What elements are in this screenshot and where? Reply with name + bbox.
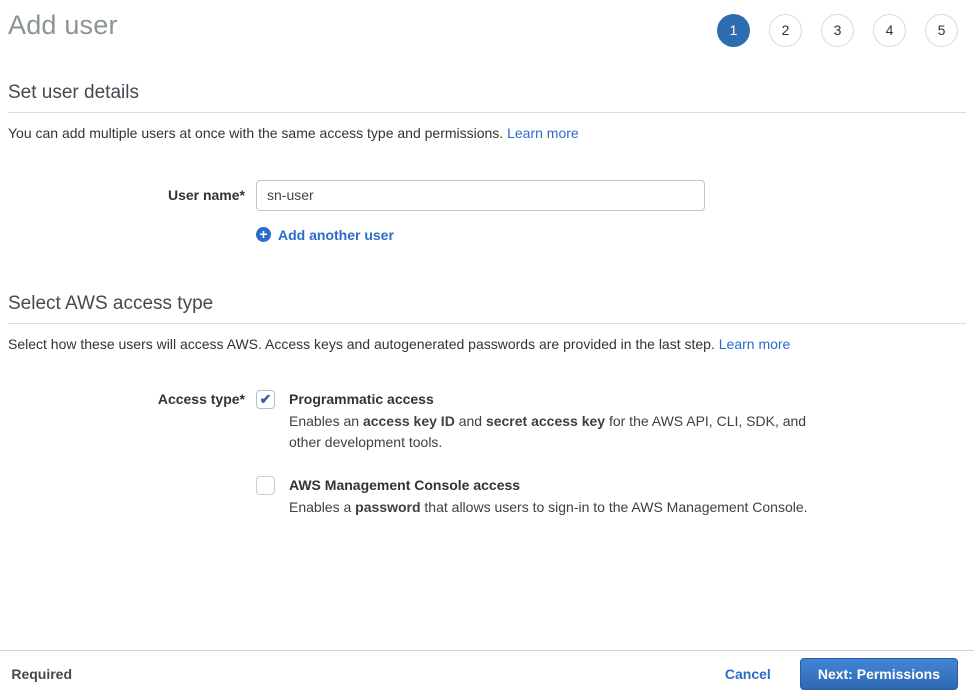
access-type-intro: Select how these users will access AWS. … xyxy=(8,335,966,355)
desc-bold: password xyxy=(355,499,420,515)
programmatic-access-description: Enables an access key ID and secret acce… xyxy=(289,411,821,453)
add-another-user-button[interactable]: + Add another user xyxy=(256,227,966,243)
username-input[interactable] xyxy=(256,180,705,211)
step-indicator-3: 3 xyxy=(821,14,854,47)
access-type-options: ✔ Programmatic access Enables an access … xyxy=(256,389,821,518)
add-another-user-label: Add another user xyxy=(278,227,394,243)
footer-actions: Cancel Next: Permissions xyxy=(725,658,958,690)
plus-icon: + xyxy=(256,227,271,242)
option-programmatic-access: ✔ Programmatic access Enables an access … xyxy=(256,389,821,453)
step-indicator-4: 4 xyxy=(873,14,906,47)
access-type-row: Access type* ✔ Programmatic access Enabl… xyxy=(8,389,966,518)
desc-text: Enables an xyxy=(289,413,363,429)
cancel-button[interactable]: Cancel xyxy=(725,666,771,682)
wizard-footer: * Required Cancel Next: Permissions xyxy=(0,650,974,697)
access-type-intro-text: Select how these users will access AWS. … xyxy=(8,336,715,352)
console-access-checkbox[interactable] xyxy=(256,476,275,495)
desc-text: that allows users to sign-in to the AWS … xyxy=(421,499,808,515)
page-title: Add user xyxy=(8,11,118,41)
username-control xyxy=(256,180,705,211)
desc-bold: access key ID xyxy=(363,413,455,429)
access-type-label: Access type* xyxy=(8,389,245,407)
console-access-body: AWS Management Console access Enables a … xyxy=(289,475,808,518)
user-details-heading: Set user details xyxy=(8,82,966,113)
user-details-learn-more-link[interactable]: Learn more xyxy=(507,125,579,141)
console-access-description: Enables a password that allows users to … xyxy=(289,497,808,518)
section-user-details: Set user details You can add multiple us… xyxy=(0,82,974,243)
access-type-learn-more-link[interactable]: Learn more xyxy=(719,336,791,352)
step-indicator-5: 5 xyxy=(925,14,958,47)
section-access-type: Select AWS access type Select how these … xyxy=(0,293,974,519)
desc-text: and xyxy=(455,413,486,429)
programmatic-access-body: Programmatic access Enables an access ke… xyxy=(289,389,821,453)
option-console-access: AWS Management Console access Enables a … xyxy=(256,475,821,518)
next-permissions-button[interactable]: Next: Permissions xyxy=(800,658,958,690)
user-details-intro-text: You can add multiple users at once with … xyxy=(8,125,503,141)
step-indicator-1: 1 xyxy=(717,14,750,47)
username-row: User name* xyxy=(8,180,966,211)
programmatic-access-checkbox[interactable]: ✔ xyxy=(256,390,275,409)
page-header: Add user 1 2 3 4 5 xyxy=(0,0,974,52)
username-label: User name* xyxy=(8,180,245,203)
programmatic-access-title: Programmatic access xyxy=(289,389,821,410)
wizard-steps: 1 2 3 4 5 xyxy=(717,14,958,47)
add-user-page: Add user 1 2 3 4 5 Set user details You … xyxy=(0,0,974,697)
required-note: * Required xyxy=(8,666,72,682)
desc-text: Enables a xyxy=(289,499,355,515)
user-details-intro: You can add multiple users at once with … xyxy=(8,124,966,144)
console-access-title: AWS Management Console access xyxy=(289,475,808,496)
access-type-heading: Select AWS access type xyxy=(8,293,966,324)
desc-bold: secret access key xyxy=(486,413,605,429)
check-icon: ✔ xyxy=(260,391,272,407)
step-indicator-2: 2 xyxy=(769,14,802,47)
